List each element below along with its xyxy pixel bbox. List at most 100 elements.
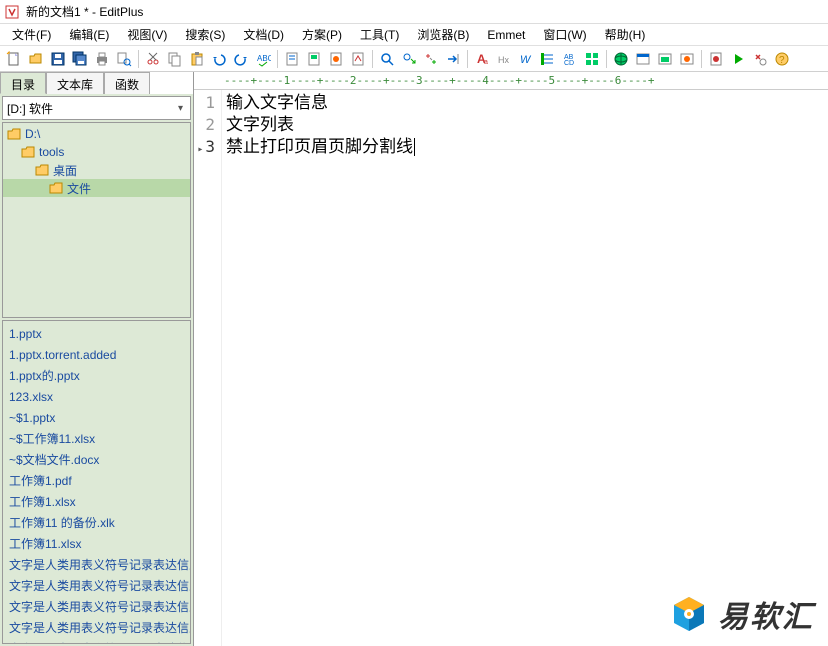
toolbar-separator [701, 50, 702, 68]
tree-item-3[interactable]: 文件 [3, 179, 190, 197]
file-item[interactable]: 文字是人类用表义符号记录表达信息 [3, 596, 190, 617]
tree-item-label: tools [39, 145, 64, 159]
file-item[interactable]: 工作簿1.xlsx [3, 491, 190, 512]
new-file-button[interactable] [4, 49, 24, 69]
menu-item-5[interactable]: 方案(P) [294, 24, 350, 45]
svg-text:W: W [520, 54, 532, 66]
editor-line[interactable]: 禁止打印页眉页脚分割线 [226, 136, 824, 158]
editor-body[interactable]: 12▸3 输入文字信息文字列表禁止打印页眉页脚分割线 [194, 90, 828, 646]
svg-text:?: ? [779, 55, 785, 66]
editor-line[interactable]: 输入文字信息 [226, 92, 824, 114]
file-item[interactable]: 1.pptx [3, 323, 190, 344]
text-cursor [414, 138, 415, 156]
doc-d-button[interactable] [348, 49, 368, 69]
file-item[interactable]: 1.pptx.torrent.added [3, 344, 190, 365]
spellcheck-button[interactable]: ABC [253, 49, 273, 69]
sidebar-tab-1[interactable]: 文本库 [46, 72, 104, 94]
find-button[interactable] [377, 49, 397, 69]
file-item[interactable]: 文字是人类用表义符号记录表达信息 [3, 638, 190, 644]
editor-line[interactable]: 文字列表 [226, 114, 824, 136]
tree-item-0[interactable]: D:\ [3, 125, 190, 143]
file-item[interactable]: 工作簿1.pdf [3, 470, 190, 491]
cut-button[interactable] [143, 49, 163, 69]
drive-label: [D:] 软件 [7, 100, 175, 117]
save-button[interactable] [48, 49, 68, 69]
menu-item-3[interactable]: 搜索(S) [177, 24, 233, 45]
menu-item-8[interactable]: Emmet [479, 26, 533, 44]
toolbar: ABC Aa Hx W ABCD? [0, 46, 828, 72]
print-preview-button[interactable] [114, 49, 134, 69]
print-button[interactable] [92, 49, 112, 69]
tree-item-1[interactable]: tools [3, 143, 190, 161]
file-list: 1.pptx1.pptx.torrent.added1.pptx的.pptx12… [2, 320, 191, 644]
folder-icon [7, 128, 21, 140]
text-content[interactable]: 输入文字信息文字列表禁止打印页眉页脚分割线 [222, 90, 828, 646]
sidebar-tab-2[interactable]: 函数 [104, 72, 150, 94]
file-item[interactable]: ~$1.pptx [3, 407, 190, 428]
stop-button[interactable] [750, 49, 770, 69]
file-item[interactable]: ~$工作簿11.xlsx [3, 428, 190, 449]
help-button[interactable]: ? [772, 49, 792, 69]
replace-button[interactable] [421, 49, 441, 69]
tool-c-button[interactable] [677, 49, 697, 69]
play-button[interactable] [728, 49, 748, 69]
menu-item-6[interactable]: 工具(T) [352, 24, 407, 45]
goto-button[interactable] [443, 49, 463, 69]
folder-icon [21, 146, 35, 158]
file-item[interactable]: 工作簿11.xlsx [3, 533, 190, 554]
open-button[interactable] [26, 49, 46, 69]
menu-bar: 文件(F)编辑(E)视图(V)搜索(S)文档(D)方案(P)工具(T)浏览器(B… [0, 24, 828, 46]
editor-area: ----+----1----+----2----+----3----+----4… [194, 72, 828, 646]
line-num-button[interactable] [538, 49, 558, 69]
tool-b-button[interactable] [655, 49, 675, 69]
toolbar-separator [138, 50, 139, 68]
file-item[interactable]: 工作簿11 的备份.xlk [3, 512, 190, 533]
file-item[interactable]: 文字是人类用表义符号记录表达信息 [3, 554, 190, 575]
file-item[interactable]: 文字是人类用表义符号记录表达信息 [3, 617, 190, 638]
menu-item-2[interactable]: 视图(V) [119, 24, 175, 45]
menu-item-1[interactable]: 编辑(E) [61, 24, 117, 45]
save-all-button[interactable] [70, 49, 90, 69]
menu-item-10[interactable]: 帮助(H) [597, 24, 654, 45]
file-item[interactable]: ~$文档文件.docx [3, 449, 190, 470]
tree-item-2[interactable]: 桌面 [3, 161, 190, 179]
redo-button[interactable] [231, 49, 251, 69]
doc-c-button[interactable] [326, 49, 346, 69]
line-number: ▸3 [194, 136, 215, 161]
menu-item-7[interactable]: 浏览器(B) [409, 24, 477, 45]
record-button[interactable] [706, 49, 726, 69]
file-item[interactable]: 文字是人类用表义符号记录表达信息 [3, 575, 190, 596]
word-wrap-button[interactable]: W [516, 49, 536, 69]
sidebar-tab-0[interactable]: 目录 [0, 72, 46, 94]
find-next-button[interactable] [399, 49, 419, 69]
menu-item-0[interactable]: 文件(F) [4, 24, 59, 45]
toolbar-separator [606, 50, 607, 68]
font-bold-button[interactable]: Aa [472, 49, 492, 69]
svg-text:CD: CD [564, 60, 574, 67]
line-number: 2 [194, 114, 215, 136]
file-item[interactable]: 123.xlsx [3, 386, 190, 407]
browser-button[interactable] [611, 49, 631, 69]
file-item[interactable]: 1.pptx的.pptx [3, 365, 190, 386]
grid-a-button[interactable]: ABCD [560, 49, 580, 69]
sidebar-tabs: 目录文本库函数 [0, 72, 193, 94]
copy-button[interactable] [165, 49, 185, 69]
editor-ruler: ----+----1----+----2----+----3----+----4… [194, 72, 828, 90]
title-bar: 新的文档1 * - EditPlus [0, 0, 828, 24]
menu-item-9[interactable]: 窗口(W) [535, 24, 594, 45]
undo-button[interactable] [209, 49, 229, 69]
hex-button[interactable]: Hx [494, 49, 514, 69]
folder-icon [35, 164, 49, 176]
menu-item-4[interactable]: 文档(D) [235, 24, 292, 45]
toolbar-separator [372, 50, 373, 68]
doc-b-button[interactable] [304, 49, 324, 69]
drive-selector[interactable]: [D:] 软件 ▾ [2, 96, 191, 120]
svg-text:Hx: Hx [498, 55, 509, 65]
paste-button[interactable] [187, 49, 207, 69]
tool-a-button[interactable] [633, 49, 653, 69]
doc-a-button[interactable] [282, 49, 302, 69]
grid-b-button[interactable] [582, 49, 602, 69]
line-number: 1 [194, 92, 215, 114]
chevron-down-icon[interactable]: ▾ [175, 103, 186, 114]
svg-text:a: a [484, 59, 488, 66]
